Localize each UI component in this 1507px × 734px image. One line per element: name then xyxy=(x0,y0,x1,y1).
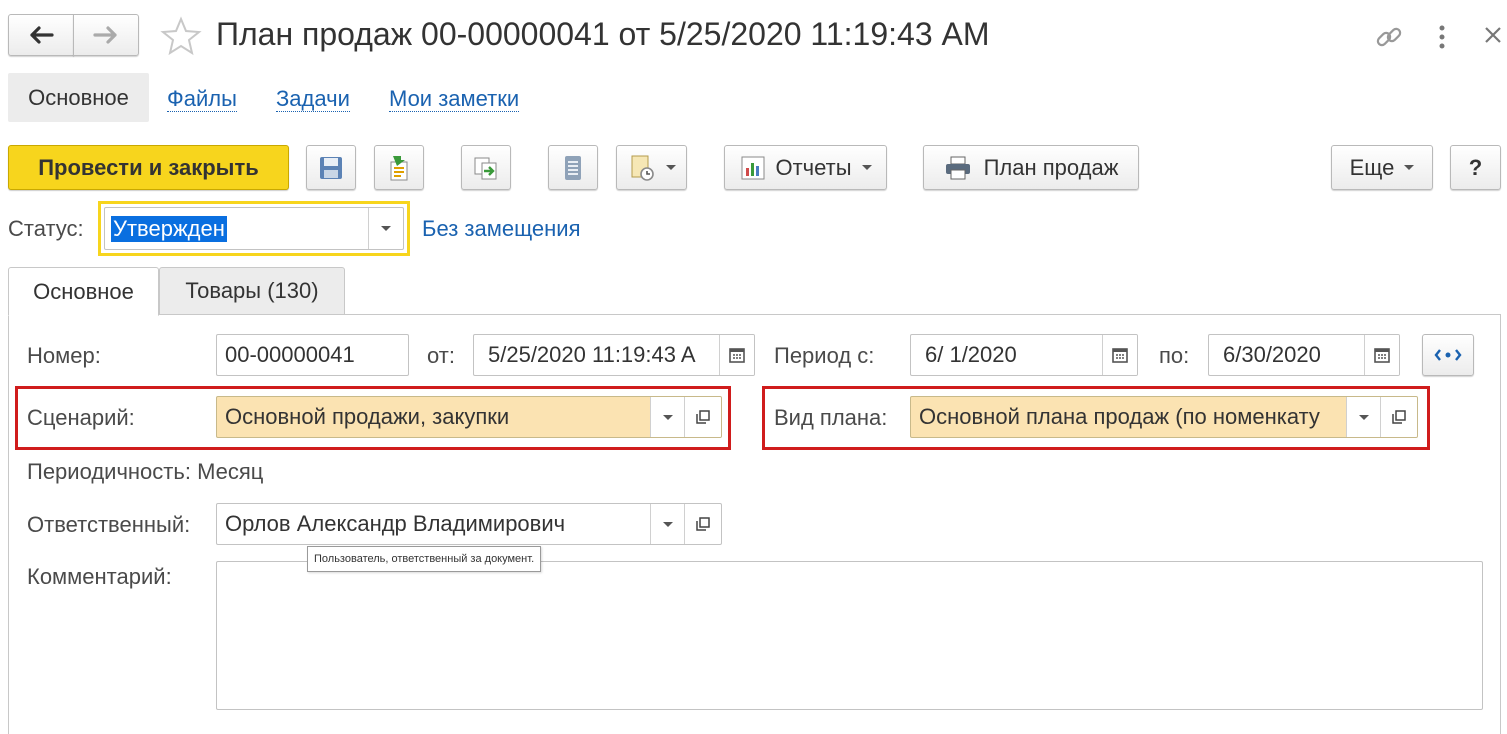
plan-type-select[interactable]: Основной плана продаж (по номенкату xyxy=(910,396,1418,438)
structure-button[interactable] xyxy=(548,145,598,190)
periodicity-label: Периодичность: xyxy=(27,459,191,484)
more-button[interactable]: Еще xyxy=(1331,145,1433,190)
date-calendar-button[interactable] xyxy=(719,335,754,375)
scenario-open-button[interactable] xyxy=(684,397,721,437)
create-based-icon xyxy=(474,157,497,179)
plan-type-label: Вид плана: xyxy=(774,405,888,430)
period-to-calendar-button[interactable] xyxy=(1364,335,1399,375)
forward-button[interactable] xyxy=(73,14,139,56)
nav-tab-main-label: Основное xyxy=(28,84,129,110)
nav-tab-main[interactable]: Основное xyxy=(8,73,149,122)
post-document-icon xyxy=(390,155,408,180)
comment-textarea[interactable] xyxy=(216,561,1483,710)
period-from-calendar-button[interactable] xyxy=(1102,335,1137,375)
printer-icon xyxy=(945,156,970,179)
date-label: от: xyxy=(427,343,455,368)
status-value: Утвержден xyxy=(111,215,227,242)
scenario-label: Сценарий: xyxy=(27,405,135,430)
nav-tab-notes[interactable]: Мои заметки xyxy=(389,86,520,112)
responsible-open-button[interactable] xyxy=(684,504,721,544)
responsible-select[interactable]: Орлов Александр Владимирович xyxy=(216,503,722,545)
document-structure-icon xyxy=(565,155,581,180)
scenario-dropdown-button[interactable] xyxy=(650,397,685,437)
print-sales-plan-button[interactable]: План продаж xyxy=(923,145,1139,190)
status-select[interactable]: Утвержден xyxy=(104,207,404,250)
post-button[interactable] xyxy=(374,145,424,190)
chevron-down-icon xyxy=(663,521,673,527)
arrow-left-icon xyxy=(30,26,54,44)
floppy-disk-icon xyxy=(320,156,342,179)
number-label: Номер: xyxy=(27,343,101,368)
more-vertical-icon[interactable] xyxy=(1430,22,1454,52)
periodicity-row: Периодичность: Месяц xyxy=(27,459,263,485)
chevron-down-icon xyxy=(381,226,391,231)
window-title: План продаж 00-00000041 от 5/25/2020 11:… xyxy=(216,16,990,52)
open-form-icon xyxy=(1392,410,1406,424)
chevron-down-icon xyxy=(1359,414,1369,420)
reports-icon xyxy=(741,156,765,179)
post-and-close-button[interactable]: Провести и закрыть xyxy=(8,145,289,190)
nav-tab-files[interactable]: Файлы xyxy=(167,86,237,112)
open-form-icon xyxy=(696,410,710,424)
period-to-label: по: xyxy=(1159,343,1190,368)
dropdown-arrow-icon xyxy=(861,165,872,170)
responsible-tooltip: Пользователь, ответственный за документ. xyxy=(307,546,542,572)
number-field[interactable]: 00-00000041 xyxy=(216,334,409,376)
comment-label: Комментарий: xyxy=(27,564,172,589)
no-substitution-link[interactable]: Без замещения xyxy=(422,216,581,242)
period-select-button[interactable] xyxy=(1422,334,1474,376)
form-tab-main[interactable]: Основное xyxy=(8,267,159,316)
responsible-dropdown-button[interactable] xyxy=(650,504,685,544)
form-tab-goods[interactable]: Товары (130) xyxy=(159,267,345,315)
nav-tab-tasks[interactable]: Задачи xyxy=(276,86,350,112)
dropdown-arrow-icon xyxy=(665,165,676,170)
responsible-label: Ответственный: xyxy=(27,512,191,537)
arrow-right-icon xyxy=(93,26,117,44)
date-field[interactable]: 5/25/2020 11:19:43 A xyxy=(473,334,755,376)
calendar-icon xyxy=(1112,348,1128,363)
scenario-select[interactable]: Основной продажи, закупки xyxy=(216,396,722,438)
periodicity-value: Месяц xyxy=(197,459,264,484)
reports-button[interactable]: Отчеты xyxy=(724,145,887,190)
plan-type-open-button[interactable] xyxy=(1380,397,1417,437)
create-based-on-button[interactable] xyxy=(461,145,511,190)
chevron-down-icon xyxy=(663,414,673,420)
dropdown-arrow-icon xyxy=(1404,165,1415,170)
open-form-icon xyxy=(696,517,710,531)
calendar-icon xyxy=(729,348,745,363)
period-from-label: Период с: xyxy=(774,343,875,368)
back-button[interactable] xyxy=(8,14,74,56)
paperclip-document-icon xyxy=(631,155,654,181)
favorite-star-icon[interactable] xyxy=(160,16,202,56)
close-icon[interactable] xyxy=(1480,22,1506,48)
period-to-field[interactable]: 6/30/2020 xyxy=(1208,334,1400,376)
period-from-field[interactable]: 6/ 1/2020 xyxy=(910,334,1138,376)
attached-files-button[interactable] xyxy=(616,145,687,190)
save-button[interactable] xyxy=(306,145,356,190)
status-dropdown-button[interactable] xyxy=(368,208,403,249)
help-button[interactable]: ? xyxy=(1450,145,1501,190)
period-select-icon xyxy=(1434,349,1462,361)
plan-type-dropdown-button[interactable] xyxy=(1346,397,1381,437)
link-icon[interactable] xyxy=(1372,20,1406,54)
calendar-icon xyxy=(1374,348,1390,363)
status-label: Статус: xyxy=(8,216,84,241)
